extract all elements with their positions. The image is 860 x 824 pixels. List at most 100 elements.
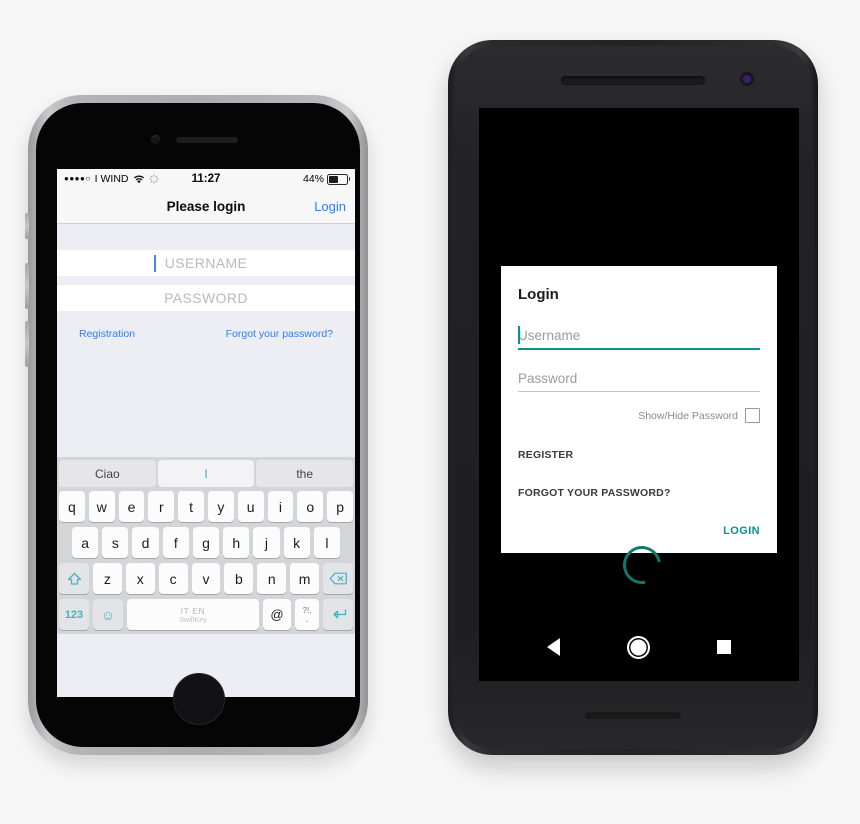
key-j[interactable]: j xyxy=(253,527,280,558)
key-b[interactable]: b xyxy=(224,563,254,594)
key-v[interactable]: v xyxy=(191,563,221,594)
earpiece-speaker xyxy=(176,137,238,143)
space-key[interactable]: IT EN SwiftKey xyxy=(127,599,259,630)
suggestion-item[interactable]: I xyxy=(157,460,255,487)
key-k[interactable]: k xyxy=(283,527,310,558)
key-m[interactable]: m xyxy=(290,563,320,594)
signal-dots-icon: ●●●●○ xyxy=(64,174,91,183)
ios-keyboard: Ciao I the q w e r t y u i o p a s d f g… xyxy=(57,457,355,634)
show-hide-password-checkbox[interactable] xyxy=(745,408,760,423)
key-f[interactable]: f xyxy=(162,527,189,558)
at-key[interactable]: @ xyxy=(263,599,291,630)
key-x[interactable]: x xyxy=(125,563,155,594)
space-languages-label: IT EN xyxy=(180,605,206,616)
key-c[interactable]: c xyxy=(158,563,188,594)
battery-percent-label: 44% xyxy=(302,173,324,185)
numbers-key[interactable]: 123 xyxy=(59,599,89,630)
show-hide-password-row[interactable]: Show/Hide Password xyxy=(518,408,760,423)
key-s[interactable]: s xyxy=(102,527,129,558)
key-q[interactable]: q xyxy=(59,491,85,522)
key-y[interactable]: y xyxy=(208,491,234,522)
username-placeholder: USERNAME xyxy=(164,255,248,271)
show-hide-password-label: Show/Hide Password xyxy=(638,409,738,422)
keyboard-row-3: z x c v b n m xyxy=(59,563,354,594)
android-device: Login Username Password Show/Hide Passwo… xyxy=(448,40,818,755)
form-spacer xyxy=(57,357,355,457)
emoji-icon[interactable]: ☺ xyxy=(93,599,123,630)
back-triangle-icon[interactable] xyxy=(546,638,560,656)
text-caret xyxy=(518,326,520,344)
key-h[interactable]: h xyxy=(223,527,250,558)
suggestion-bar: Ciao I the xyxy=(59,460,354,487)
iphone-device: ●●●●○ I WIND 11:27 44% Please login Logi… xyxy=(25,95,368,755)
field-separator xyxy=(57,276,355,285)
ios-status-bar: ●●●●○ I WIND 11:27 44% xyxy=(57,169,355,189)
register-link[interactable]: REGISTER xyxy=(518,449,760,461)
carrier-label: I WIND xyxy=(94,173,129,185)
key-z[interactable]: z xyxy=(93,563,122,594)
ios-form: USERNAME PASSWORD Registration Forgot yo… xyxy=(57,224,355,457)
key-t[interactable]: t xyxy=(178,491,204,522)
ios-links-row: Registration Forgot your password? xyxy=(57,311,355,357)
shift-icon[interactable] xyxy=(59,563,89,594)
key-u[interactable]: u xyxy=(237,491,264,522)
recents-square-icon[interactable] xyxy=(717,640,732,654)
front-camera-icon xyxy=(740,72,754,86)
page-title: Please login xyxy=(166,198,246,214)
clock-label: 11:27 xyxy=(191,173,221,185)
home-button[interactable] xyxy=(173,673,225,725)
swiftkey-brand-label: SwiftKey xyxy=(179,616,207,624)
keyboard-row-4: 123 ☺ IT EN SwiftKey @ ?!, . xyxy=(59,599,353,630)
android-screen: Login Username Password Show/Hide Passwo… xyxy=(479,108,799,681)
username-underline xyxy=(518,348,760,350)
activity-icon xyxy=(149,174,158,184)
forgot-password-link[interactable]: FORGOT YOUR PASSWORD? xyxy=(518,487,760,499)
symbols-key-bottom: . xyxy=(305,613,309,625)
text-caret xyxy=(154,255,156,272)
front-camera-icon xyxy=(151,135,160,144)
android-bezel: Login Username Password Show/Hide Passwo… xyxy=(454,46,812,749)
volume-down-button[interactable] xyxy=(25,321,29,367)
key-l[interactable]: l xyxy=(313,527,340,558)
card-title: Login xyxy=(518,286,559,303)
ios-navigation-bar: Please login Login xyxy=(57,189,355,224)
key-a[interactable]: a xyxy=(72,527,99,558)
bottom-speaker xyxy=(585,712,681,719)
iphone-bezel: ●●●●○ I WIND 11:27 44% Please login Logi… xyxy=(36,103,360,747)
wifi-icon xyxy=(133,175,144,183)
username-placeholder: Username xyxy=(518,328,581,343)
return-icon[interactable] xyxy=(323,599,353,630)
suggestion-item[interactable]: the xyxy=(256,460,354,487)
symbols-key[interactable]: ?!, . xyxy=(295,599,319,630)
android-navigation-bar xyxy=(479,627,799,667)
password-placeholder: PASSWORD xyxy=(164,290,248,306)
username-input[interactable]: Username xyxy=(518,325,760,350)
mute-switch[interactable] xyxy=(25,213,29,239)
volume-up-button[interactable] xyxy=(25,263,29,309)
key-p[interactable]: p xyxy=(327,491,353,522)
login-nav-button[interactable]: Login xyxy=(314,199,346,214)
key-e[interactable]: e xyxy=(118,491,145,522)
backspace-icon[interactable] xyxy=(323,563,354,594)
home-circle-icon[interactable] xyxy=(626,635,650,659)
username-input[interactable]: USERNAME xyxy=(57,250,355,276)
key-g[interactable]: g xyxy=(192,527,220,558)
keyboard-row-1: q w e r t y u i o p xyxy=(59,491,353,522)
registration-link[interactable]: Registration xyxy=(79,328,135,340)
password-placeholder: Password xyxy=(518,371,578,386)
key-o[interactable]: o xyxy=(297,491,324,522)
battery-icon xyxy=(327,173,350,185)
key-w[interactable]: w xyxy=(88,491,115,522)
password-input[interactable]: Password xyxy=(518,368,760,392)
earpiece-speaker xyxy=(561,76,705,85)
key-d[interactable]: d xyxy=(132,527,159,558)
forgot-password-link[interactable]: Forgot your password? xyxy=(226,328,333,340)
key-n[interactable]: n xyxy=(257,563,287,594)
keyboard-row-2: a s d f g h j k l xyxy=(59,527,353,558)
form-top-gap xyxy=(57,224,355,250)
password-input[interactable]: PASSWORD xyxy=(57,285,355,311)
key-i[interactable]: i xyxy=(267,491,294,522)
key-r[interactable]: r xyxy=(148,491,175,522)
login-button[interactable]: LOGIN xyxy=(518,525,760,537)
suggestion-item[interactable]: Ciao xyxy=(59,460,156,487)
